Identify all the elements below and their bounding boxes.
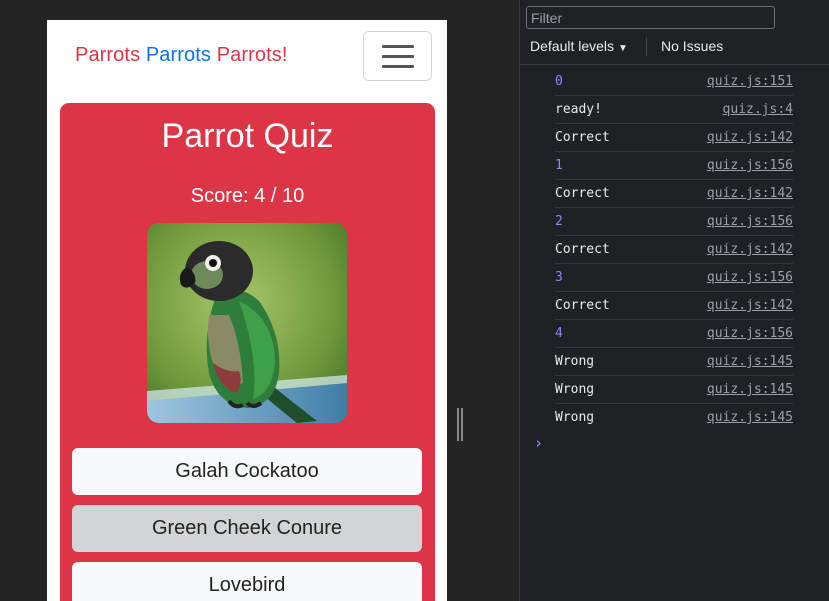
console-log-entry: Wrong quiz.js:145 (555, 404, 793, 432)
log-message: Correct (555, 186, 610, 201)
toolbar-divider (646, 38, 647, 56)
console-log-entry: Wrong quiz.js:145 (555, 376, 793, 404)
log-message: Correct (555, 242, 610, 257)
log-message: 3 (555, 270, 563, 285)
console-log-entry: 2 quiz.js:156 (555, 208, 793, 236)
answer-button[interactable]: Green Cheek Conure (72, 505, 422, 552)
log-message: 0 (555, 74, 563, 89)
hamburger-icon-bar (382, 45, 414, 48)
log-source-link[interactable]: quiz.js:151 (707, 68, 793, 96)
score-display: Score: 4 / 10 (190, 185, 305, 207)
hamburger-icon-bar (382, 65, 414, 68)
hamburger-icon-bar (382, 55, 414, 58)
log-source-link[interactable]: quiz.js:156 (707, 320, 793, 348)
log-message: 1 (555, 158, 563, 173)
quiz-title: Parrot Quiz (161, 117, 334, 155)
log-source-link[interactable]: quiz.js:142 (707, 292, 793, 320)
issues-counter[interactable]: No Issues (661, 38, 723, 54)
log-levels-dropdown[interactable]: Default levels ▼ (530, 38, 628, 54)
panel-resize-handle[interactable] (456, 408, 464, 441)
log-source-link[interactable]: quiz.js:4 (723, 96, 793, 124)
console-log-entry: 0 quiz.js:151 (555, 68, 793, 96)
navbar-brand[interactable]: Parrots Parrots Parrots! (75, 44, 288, 67)
log-message: ready! (555, 102, 602, 117)
console-log-entry: Correct quiz.js:142 (555, 292, 793, 320)
console-filter-input[interactable] (526, 6, 775, 29)
quiz-card: Parrot Quiz Score: 4 / 10 Galah Cockatoo… (60, 103, 435, 601)
log-source-link[interactable]: quiz.js:145 (707, 376, 793, 404)
brand-word-3: Parrots! (216, 44, 288, 66)
browser-viewport-area: Parrots Parrots Parrots! Parrot Quiz Sco… (0, 0, 519, 601)
console-log-entry: ready! quiz.js:4 (555, 96, 793, 124)
console-log-entry: 1 quiz.js:156 (555, 152, 793, 180)
console-log-entry: 3 quiz.js:156 (555, 264, 793, 292)
console-log-entry: Correct quiz.js:142 (555, 180, 793, 208)
log-levels-label: Default levels (530, 38, 615, 54)
log-source-link[interactable]: quiz.js:142 (707, 180, 793, 208)
brand-word-1: Parrots (75, 44, 141, 66)
log-source-link[interactable]: quiz.js:156 (707, 264, 793, 292)
parrot-photo (147, 223, 347, 423)
log-message: 2 (555, 214, 563, 229)
devtools-console-panel: Default levels▼ No Issues 0 quiz.js:151 … (520, 0, 829, 601)
log-message: Wrong (555, 354, 595, 369)
log-message: 4 (555, 326, 563, 341)
log-message: Correct (555, 298, 610, 313)
console-prompt-icon[interactable]: › (534, 434, 543, 452)
log-message: Correct (555, 130, 610, 145)
log-source-link[interactable]: quiz.js:156 (707, 208, 793, 236)
console-log-entry: 4 quiz.js:156 (555, 320, 793, 348)
dropdown-caret-icon: ▼ (618, 43, 628, 54)
log-message: Wrong (555, 410, 595, 425)
log-source-link[interactable]: quiz.js:156 (707, 152, 793, 180)
log-source-link[interactable]: quiz.js:142 (707, 124, 793, 152)
web-page: Parrots Parrots Parrots! Parrot Quiz Sco… (47, 20, 447, 601)
log-source-link[interactable]: quiz.js:145 (707, 348, 793, 376)
answer-button[interactable]: Lovebird (72, 562, 422, 601)
console-log-entry: Correct quiz.js:142 (555, 124, 793, 152)
navbar: Parrots Parrots Parrots! (47, 20, 447, 92)
brand-word-2: Parrots (145, 44, 212, 66)
toolbar-divider (520, 64, 829, 65)
answer-button[interactable]: Galah Cockatoo (72, 448, 422, 495)
console-log-entry: Correct quiz.js:142 (555, 236, 793, 264)
navbar-toggler-button[interactable] (363, 31, 432, 81)
console-log-entry: Wrong quiz.js:145 (555, 348, 793, 376)
parrot-image (147, 223, 347, 423)
log-source-link[interactable]: quiz.js:142 (707, 236, 793, 264)
log-message: Wrong (555, 382, 595, 397)
log-source-link[interactable]: quiz.js:145 (707, 404, 793, 432)
